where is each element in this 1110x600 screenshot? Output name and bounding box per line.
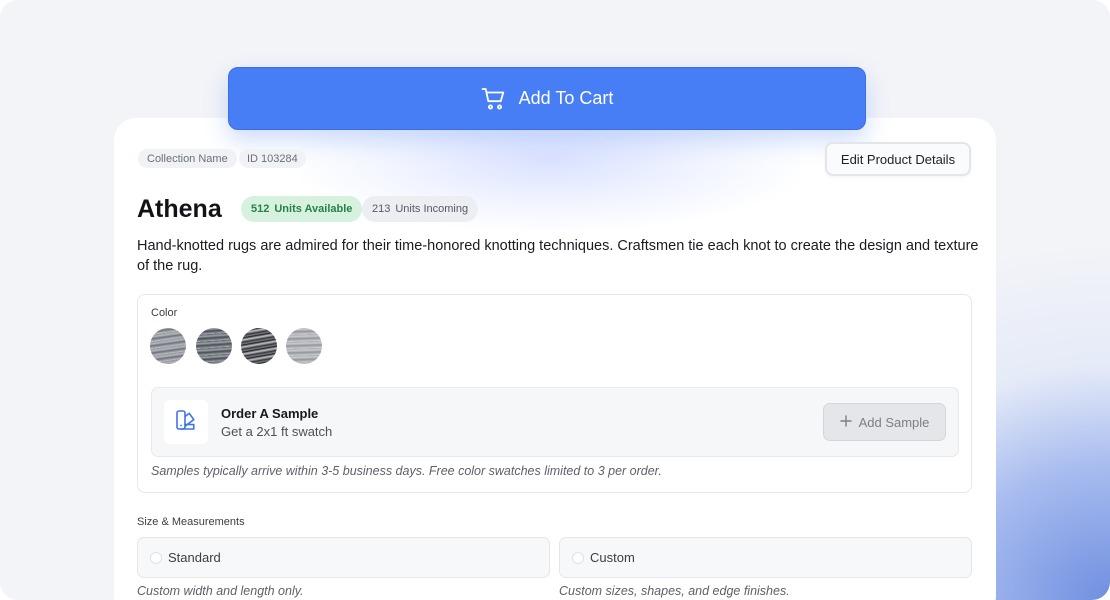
- product-title: Athena: [137, 195, 222, 223]
- custom-note: Custom sizes, shapes, and edge finishes.: [559, 584, 790, 598]
- collection-name-chip: Collection Name: [138, 149, 237, 168]
- add-to-cart-label: Add To Cart: [518, 88, 614, 108]
- product-id-chip: ID 103284: [239, 149, 306, 168]
- size-measurements-label: Size & Measurements: [137, 516, 245, 528]
- units-available-count: 512: [251, 203, 270, 215]
- edit-product-details-button[interactable]: Edit Product Details: [825, 142, 971, 176]
- units-available-badge: 512 Units Available: [241, 196, 363, 222]
- samples-note: Samples typically arrive within 3-5 busi…: [151, 464, 662, 478]
- color-swatch-1[interactable]: [150, 328, 186, 364]
- sample-icon-tile: [164, 400, 208, 444]
- standard-radio[interactable]: [150, 551, 162, 564]
- add-to-cart-button[interactable]: Add To Cart: [228, 67, 866, 130]
- page-background: Add To Cart Collection Name ID 103284 Ed…: [0, 0, 1110, 600]
- color-swatch-3[interactable]: [241, 328, 277, 364]
- product-description: Hand-knotted rugs are admired for their …: [137, 238, 979, 274]
- color-label: Color: [151, 307, 178, 319]
- standard-label: Standard: [168, 550, 221, 565]
- standard-note: Custom width and length only.: [137, 584, 304, 598]
- order-sample-subtitle: Get a 2x1 ft swatch: [221, 424, 333, 439]
- add-sample-button[interactable]: Add Sample: [823, 403, 946, 441]
- custom-radio[interactable]: [572, 551, 584, 564]
- sample-swatch-icon: [175, 409, 197, 436]
- custom-label: Custom: [590, 550, 635, 565]
- units-available-label: Units Available: [274, 203, 353, 215]
- color-swatch-2[interactable]: [196, 328, 232, 364]
- cart-icon: [481, 87, 507, 111]
- plus-icon: [839, 414, 852, 430]
- size-option-custom[interactable]: Custom: [559, 537, 972, 578]
- units-incoming-label: Units Incoming: [395, 203, 469, 215]
- order-sample-title: Order A Sample: [221, 406, 319, 421]
- units-incoming-count: 213: [372, 203, 391, 215]
- units-incoming-badge: 213 Units Incoming: [362, 196, 479, 222]
- color-swatch-4[interactable]: [286, 328, 322, 364]
- size-option-standard[interactable]: Standard: [137, 537, 550, 578]
- add-sample-label: Add Sample: [858, 414, 930, 430]
